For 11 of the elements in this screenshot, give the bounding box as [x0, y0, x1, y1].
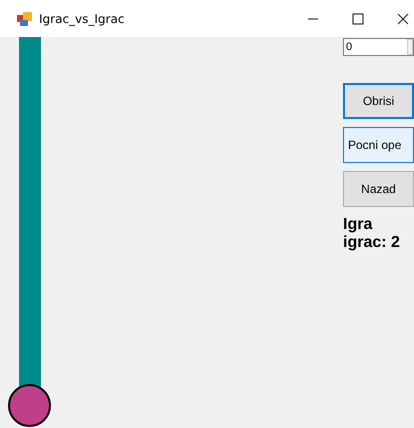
action-button[interactable]: Obrisi: [343, 83, 414, 119]
number-field[interactable]: 0: [343, 38, 414, 56]
status-text: Igra: [343, 216, 374, 234]
close-icon[interactable]: [397, 12, 409, 24]
app-icon: [17, 12, 33, 26]
status-text: igrac: 2: [343, 234, 401, 252]
maximize-icon[interactable]: [352, 12, 364, 24]
window-title: Igrac_vs_Igrac: [39, 12, 124, 26]
action-button[interactable]: Pocni ope: [343, 127, 414, 163]
action-button[interactable]: Nazad: [343, 171, 414, 207]
ball: [8, 384, 51, 427]
